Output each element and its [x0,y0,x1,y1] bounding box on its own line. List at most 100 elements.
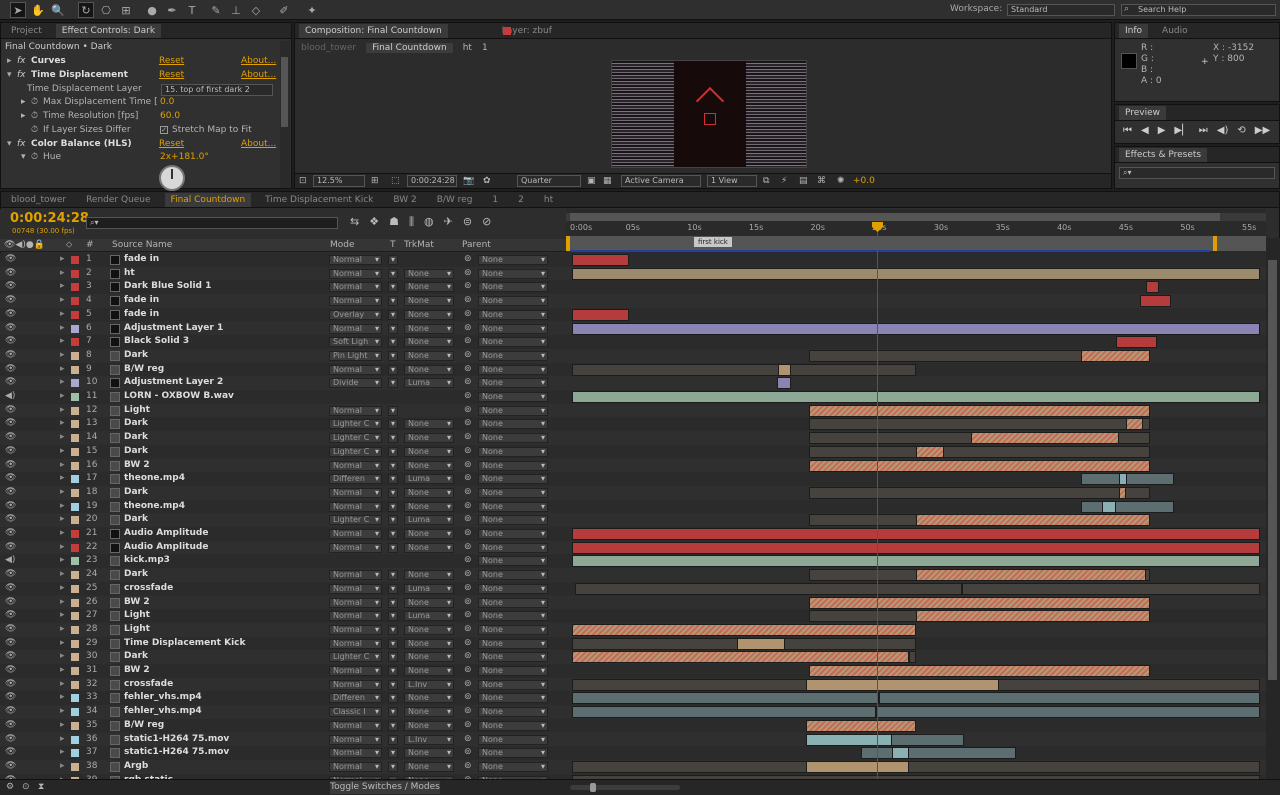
visibility-eye-icon[interactable]: 👁 [5,760,16,774]
parent-pickwhip-icon[interactable]: ⊚ [464,733,472,747]
visibility-eye-icon[interactable]: 👁 [5,486,16,500]
label-color-swatch[interactable] [71,447,79,456]
layer-name[interactable]: fehler_vhs.mp4 [124,691,324,705]
expand-arrow-icon[interactable]: ▸ [60,609,65,623]
color-balance-about-link[interactable]: About... [241,138,276,151]
layer-name[interactable]: Audio Amplitude [124,541,324,555]
preserve-transparency-checkbox[interactable] [388,542,398,553]
parent-pickwhip-icon[interactable]: ⊚ [464,705,472,719]
table-row[interactable]: 👁 ▸ 13 Dark Lighter C None ⊚ None [0,417,1280,432]
transparency-grid-icon[interactable]: ▦ [603,176,612,186]
table-row[interactable]: 👁 ▸ 10 Adjustment Layer 2 Divide Luma ⊚ None [0,376,1280,390]
parent-pickwhip-icon[interactable]: ⊚ [464,267,472,281]
layer-duration-bar[interactable] [809,459,1150,472]
expand-arrow-icon[interactable]: ▸ [60,650,65,664]
shy-layers-icon[interactable]: ☗ [389,215,399,229]
layer-duration-bar[interactable] [1139,295,1171,308]
trkmat-dropdown[interactable]: L.Inv [404,679,454,690]
visibility-eye-icon[interactable]: 👁 [5,623,16,637]
layer-name[interactable]: Adjustment Layer 2 [124,376,324,390]
parent-dropdown[interactable]: None [478,679,548,690]
first-kick-marker[interactable]: first kick [694,237,732,247]
expand-arrow-icon[interactable]: ▸ [60,623,65,637]
trkmat-dropdown[interactable]: Luma [404,474,454,485]
trkmat-dropdown[interactable]: None [404,268,454,279]
parent-dropdown[interactable]: None [478,501,548,512]
table-row[interactable]: 👁 ▸ 30 Dark Lighter C None ⊚ None [0,650,1280,664]
parent-pickwhip-icon[interactable]: ⊚ [464,404,472,418]
expand-arrow-icon[interactable]: ▸ [60,322,65,336]
workspace-select[interactable]: Standard [1007,4,1115,16]
visibility-eye-icon[interactable]: 👁 [5,596,16,610]
parent-dropdown[interactable]: None [478,638,548,649]
layer-duration-bar[interactable] [572,528,1260,540]
visibility-eye-icon[interactable]: 👁 [5,322,16,336]
label-color-swatch[interactable] [71,612,79,621]
expand-arrow-icon[interactable]: ▸ [60,280,65,294]
parent-dropdown[interactable]: None [478,296,548,307]
parent-pickwhip-icon[interactable]: ⊚ [464,637,472,651]
view-layout-select[interactable]: 1 View [707,175,757,187]
crumb-ht[interactable]: ht [463,43,472,53]
expand-arrow-icon[interactable]: ▸ [60,349,65,363]
expand-arrow-icon[interactable]: ▸ [60,376,65,390]
parent-dropdown[interactable]: None [478,323,548,334]
layer-name[interactable]: Dark Blue Solid 1 [124,280,324,294]
preserve-transparency-checkbox[interactable] [388,364,398,375]
table-row[interactable]: 👁 ▸ 38 Argb Normal None ⊚ None [0,759,1280,774]
table-row[interactable]: 👁 ▸ 16 BW 2 Normal None ⊚ None [0,458,1280,473]
table-row[interactable]: 👁 ▸ 5 fade in Overlay None ⊚ None [0,307,1280,322]
mode-dropdown[interactable]: Normal [329,405,382,416]
expand-arrow-icon[interactable]: ▸ [60,513,65,527]
mode-dropdown[interactable]: Normal [329,529,382,539]
pen-tool-icon[interactable]: ✒ [164,2,180,18]
curves-reset-link[interactable]: Reset [159,55,184,68]
layer-duration-bar[interactable] [572,541,1260,554]
visibility-eye-icon[interactable]: 👁 [5,294,16,308]
mode-dropdown[interactable]: Normal [329,748,382,759]
expand-arrow-icon[interactable]: ▸ [60,582,65,596]
preserve-transparency-checkbox[interactable] [388,501,398,512]
parent-pickwhip-icon[interactable]: ⊚ [464,308,472,322]
tab-effect-controls[interactable]: Effect Controls: Dark [55,23,162,38]
label-color-swatch[interactable] [71,283,79,292]
preserve-transparency-checkbox[interactable] [388,652,398,663]
mode-dropdown[interactable]: Normal [329,323,382,334]
label-color-swatch[interactable] [71,598,79,607]
layer-duration-bar[interactable] [572,322,1260,335]
mode-dropdown[interactable]: Normal [329,597,382,608]
preserve-transparency-checkbox[interactable] [388,638,398,649]
expand-arrow-icon[interactable]: ▸ [60,733,65,747]
hue-value[interactable]: 2x+181.0° [160,151,209,164]
parent-pickwhip-icon[interactable]: ⊚ [464,527,472,541]
expand-arrow-icon[interactable]: ▸ [60,335,65,349]
exposure-icon[interactable]: ✺ [837,176,845,186]
label-color-swatch[interactable] [71,488,79,497]
mode-dropdown[interactable]: Normal [329,624,382,635]
label-color-swatch[interactable] [71,680,79,689]
parent-dropdown[interactable]: None [478,583,548,594]
trkmat-dropdown[interactable]: None [404,652,454,663]
camera-select[interactable]: Active Camera [621,175,701,187]
table-row[interactable]: 👁 ▸ 36 static1-H264 75.mov Normal L.Inv ⊚ None [0,732,1280,747]
next-frame-icon[interactable]: ▶▏ [1174,125,1189,136]
label-color-swatch[interactable] [71,708,79,717]
timeline-tab-1[interactable]: Render Queue [80,193,156,207]
trkmat-dropdown[interactable]: None [404,323,454,334]
parent-dropdown[interactable]: None [478,378,548,389]
mode-header[interactable]: Mode [330,240,355,250]
trkmat-dropdown[interactable]: None [404,487,454,498]
audio-icon[interactable]: ◀) [1217,125,1229,136]
mode-dropdown[interactable]: Normal [329,282,382,293]
layer-duration-bar[interactable] [960,582,963,595]
layer-duration-bar[interactable] [809,665,1150,677]
preserve-transparency-checkbox[interactable] [388,255,398,265]
preserve-transparency-checkbox[interactable] [388,337,398,348]
trkmat-dropdown[interactable]: None [404,707,454,718]
preserve-transparency-checkbox[interactable] [388,405,398,416]
t-header[interactable]: T [390,240,396,250]
layer-duration-bar[interactable] [916,569,1147,582]
parent-pickwhip-icon[interactable]: ⊚ [464,623,472,637]
visibility-eye-icon[interactable]: 👁 [5,280,16,294]
layer-duration-bar[interactable] [805,678,999,691]
